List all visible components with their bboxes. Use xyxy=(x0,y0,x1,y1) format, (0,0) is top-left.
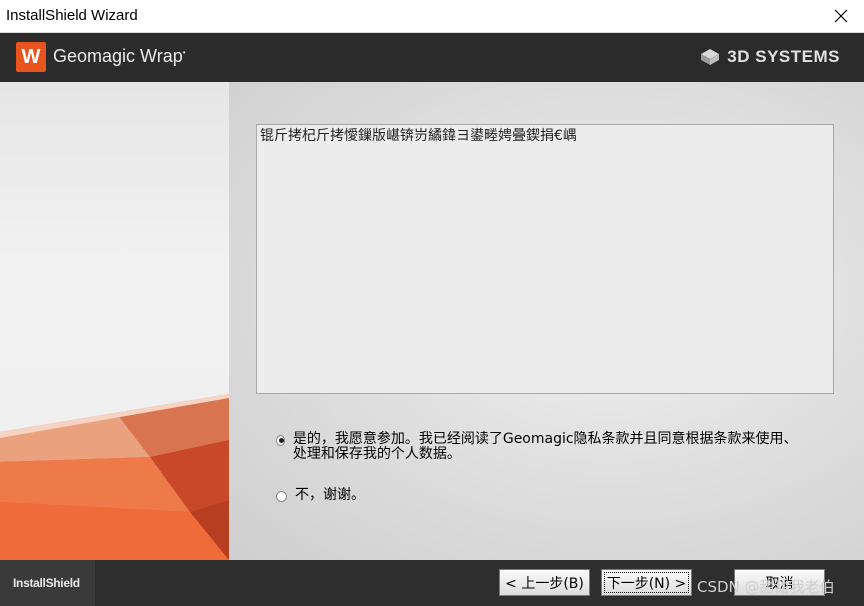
radio-accept-label: 是的，我愿意参加。我已经阅读了Geomagic隐私条款并且同意根据条款来使用、处… xyxy=(292,431,798,462)
brand-name: 3D SYSTEMS xyxy=(727,47,840,66)
radio-accept[interactable]: 是的，我愿意参加。我已经阅读了Geomagic隐私条款并且同意根据条款来使用、处… xyxy=(276,432,804,462)
radio-decline-button[interactable] xyxy=(276,491,287,502)
logo-letter: W xyxy=(21,45,41,68)
license-textbox[interactable]: 锟斤拷杞斤拷懓鏁版嵁锛岃繘鍏ヨ鍙畻娉曡鍥捐€嵎 xyxy=(256,124,834,394)
back-button[interactable]: < 上一步(B) xyxy=(499,569,590,596)
window-titlebar: InstallShield Wizard xyxy=(0,0,864,33)
product-banner: W Geomagic Wrap• 3D SYSTEMS xyxy=(0,33,864,82)
radio-accept-button[interactable] xyxy=(276,435,285,446)
side-graphic xyxy=(0,82,229,560)
radio-decline-label: 不，谢谢。 xyxy=(295,487,365,503)
decorative-shapes xyxy=(0,394,229,560)
product-mark: • xyxy=(182,48,186,57)
installshield-badge: InstallShield xyxy=(0,560,95,606)
product-name-text: Geomagic Wrap xyxy=(53,46,183,66)
geomagic-logo-icon: W xyxy=(16,42,46,72)
product-name: Geomagic Wrap• xyxy=(53,46,186,67)
installshield-label: InstallShield xyxy=(13,576,80,590)
csdn-watermark: CSDN @甜甜我老伯 xyxy=(697,578,835,596)
3d-systems-cube-icon xyxy=(701,49,720,65)
close-button[interactable] xyxy=(818,0,864,32)
next-button[interactable]: 下一步(N) > xyxy=(601,569,692,596)
brand-logo: 3D SYSTEMS xyxy=(699,47,840,67)
close-icon xyxy=(834,9,848,23)
radio-decline[interactable]: 不，谢谢。 xyxy=(276,488,365,503)
window-title: InstallShield Wizard xyxy=(6,7,138,24)
